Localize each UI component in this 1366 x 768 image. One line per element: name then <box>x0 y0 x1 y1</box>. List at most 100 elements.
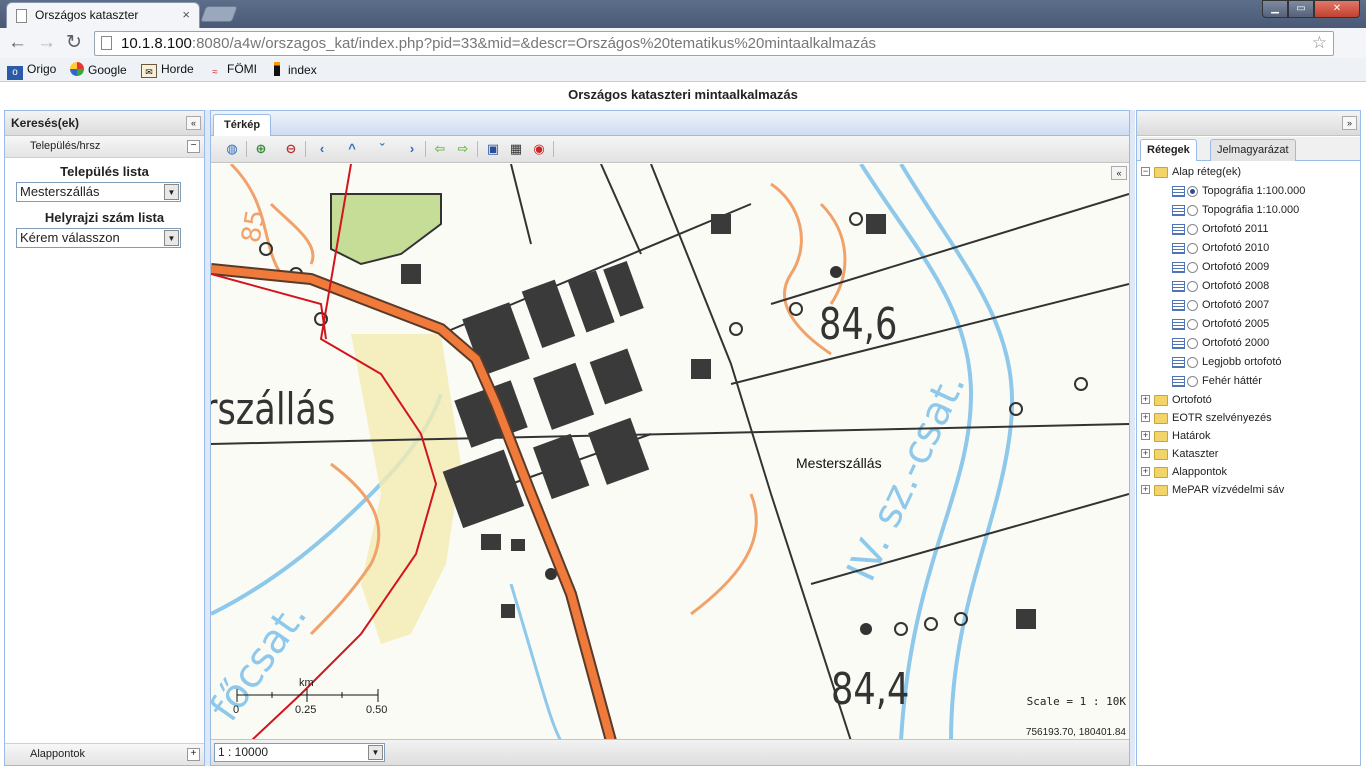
settlement-section-header[interactable]: Település/hrsz − <box>5 136 204 158</box>
tree-group-item[interactable]: + EOTR szelvényezés <box>1137 409 1360 427</box>
layer-radio[interactable] <box>1187 281 1198 292</box>
pan-down-icon[interactable]: ˇ <box>373 140 391 158</box>
history-back-icon[interactable]: ⇦ <box>431 140 449 158</box>
folder-icon <box>1154 485 1168 496</box>
zoom-in-icon[interactable]: ⊕ <box>252 140 270 158</box>
tab-close-icon[interactable]: × <box>182 7 190 22</box>
map-canvas[interactable]: IV. sz.-csat. főcsat. 85 84,6 84,4 rszál… <box>211 164 1129 741</box>
scale-select-value: 1 : 10000 <box>218 745 269 759</box>
new-tab-button[interactable] <box>200 6 238 22</box>
points-section-header[interactable]: Alappontok + <box>5 743 204 765</box>
window-maximize-button[interactable]: ▭ <box>1288 0 1314 18</box>
pan-up-icon[interactable]: ^ <box>343 140 361 158</box>
tree-layer-item[interactable]: Fehér háttér <box>1137 372 1360 391</box>
bookmarks-bar: o Origo Google ✉ Horde ≈ FÖMI index <box>0 58 1366 82</box>
layer-radio[interactable] <box>1187 338 1198 349</box>
expand-icon[interactable]: + <box>1141 449 1150 458</box>
tree-layer-item[interactable]: Ortofotó 2009 <box>1137 258 1360 277</box>
globe-icon[interactable]: ◍ <box>223 140 241 158</box>
layer-icon <box>1172 357 1185 368</box>
map-scale-text: Scale = 1 : 10K <box>1026 695 1126 708</box>
layer-radio[interactable] <box>1187 300 1198 311</box>
toolbar-separator <box>425 141 426 157</box>
collapse-icon[interactable]: − <box>1141 167 1150 176</box>
chevron-down-icon[interactable]: ▼ <box>164 184 179 200</box>
bookmark-google[interactable]: Google <box>70 62 127 77</box>
fomi-icon: ≈ <box>212 67 218 78</box>
expand-icon[interactable]: + <box>1141 413 1150 422</box>
pan-left-icon[interactable]: ‹ <box>313 140 331 158</box>
tree-layer-item[interactable]: Ortofotó 2008 <box>1137 277 1360 296</box>
parcel-select-value: Kérem válasszon <box>20 230 120 245</box>
window-minimize-button[interactable]: ▁ <box>1262 0 1288 18</box>
layer-radio[interactable] <box>1187 205 1198 216</box>
expand-icon[interactable]: + <box>1141 395 1150 404</box>
bookmark-horde[interactable]: ✉ Horde <box>141 62 194 78</box>
section-expand-icon[interactable]: + <box>187 748 200 761</box>
pan-right-icon[interactable]: › <box>403 140 421 158</box>
tab-map[interactable]: Térkép <box>213 114 272 136</box>
tree-group-item[interactable]: + Ortofotó <box>1137 391 1360 409</box>
print-icon[interactable]: ▣ <box>484 140 502 158</box>
scale-select[interactable]: 1 : 10000 ▼ <box>214 743 385 762</box>
bookmark-index[interactable]: index <box>270 62 317 77</box>
tree-layer-label: Topográfia 1:100.000 <box>1202 185 1306 197</box>
tree-layer-item[interactable]: Legjobb ortofotó <box>1137 353 1360 372</box>
bookmark-fomi[interactable]: ≈ FÖMI <box>207 62 257 80</box>
zoom-out-icon[interactable]: ⊖ <box>282 140 300 158</box>
right-splitter[interactable] <box>1130 110 1135 766</box>
back-arrow-icon[interactable]: ← <box>8 32 27 54</box>
grid-icon[interactable]: ▦ <box>507 140 525 158</box>
expand-icon[interactable]: + <box>1141 467 1150 476</box>
expand-icon[interactable]: + <box>1141 485 1150 494</box>
window-close-button[interactable]: ✕ <box>1314 0 1360 18</box>
expand-icon[interactable]: + <box>1141 431 1150 440</box>
tree-layer-item[interactable]: Topográfia 1:100.000 <box>1137 182 1360 201</box>
tree-group-item[interactable]: + Határok <box>1137 427 1360 445</box>
tree-group-item[interactable]: + Alappontok <box>1137 463 1360 481</box>
toolbar-separator <box>305 141 306 157</box>
tree-group-base[interactable]: − Alap réteg(ek) <box>1137 163 1360 182</box>
bookmark-star-icon[interactable]: ☆ <box>1312 33 1327 53</box>
settlement-select[interactable]: Mesterszállás ▼ <box>16 182 181 202</box>
history-forward-icon[interactable]: ⇨ <box>454 140 472 158</box>
layer-radio[interactable] <box>1187 319 1198 330</box>
reload-icon[interactable]: ↻ <box>66 32 82 54</box>
toolbar-separator <box>553 141 554 157</box>
layer-radio[interactable] <box>1187 357 1198 368</box>
layers-panel: » Rétegek Jelmagyarázat − Alap réteg(ek)… <box>1136 110 1361 766</box>
map-collapse-button[interactable]: « <box>1111 166 1127 180</box>
page-icon <box>16 9 27 23</box>
bookmark-origo[interactable]: o Origo <box>7 62 56 80</box>
tree-layer-item[interactable]: Ortofotó 2011 <box>1137 220 1360 239</box>
tree-group-item[interactable]: + MePAR vízvédelmi sáv <box>1137 481 1360 499</box>
tab-legend[interactable]: Jelmagyarázat <box>1210 139 1296 161</box>
folder-icon <box>1154 467 1168 478</box>
url-text[interactable]: 10.1.8.100:8080/a4w/orszagos_kat/index.p… <box>121 35 876 52</box>
points-section-title: Alappontok <box>30 748 86 760</box>
collapse-right-button[interactable]: » <box>1342 116 1357 130</box>
collapse-left-button[interactable]: « <box>186 116 201 130</box>
layer-radio[interactable] <box>1187 186 1198 197</box>
layer-radio[interactable] <box>1187 376 1198 387</box>
chevron-down-icon[interactable]: ▼ <box>368 745 383 760</box>
tab-layers[interactable]: Rétegek <box>1140 139 1197 161</box>
tree-group-label: MePAR vízvédelmi sáv <box>1172 484 1285 496</box>
parcel-select[interactable]: Kérem válasszon ▼ <box>16 228 181 248</box>
layer-radio[interactable] <box>1187 224 1198 235</box>
tree-layer-item[interactable]: Topográfia 1:10.000 <box>1137 201 1360 220</box>
section-collapse-icon[interactable]: − <box>187 140 200 153</box>
chevron-down-icon[interactable]: ▼ <box>164 230 179 246</box>
browser-tab[interactable]: Országos kataszter × <box>6 2 200 28</box>
layer-radio[interactable] <box>1187 262 1198 273</box>
forward-arrow-icon[interactable]: → <box>37 32 56 54</box>
tree-layer-item[interactable]: Ortofotó 2010 <box>1137 239 1360 258</box>
tree-layer-item[interactable]: Ortofotó 2007 <box>1137 296 1360 315</box>
tree-group-item[interactable]: + Kataszter <box>1137 445 1360 463</box>
browser-title-bar: Országos kataszter × ▁ ▭ ✕ <box>0 0 1366 28</box>
tree-layer-item[interactable]: Ortofotó 2000 <box>1137 334 1360 353</box>
address-bar[interactable]: 10.1.8.100:8080/a4w/orszagos_kat/index.p… <box>94 31 1334 56</box>
info-icon[interactable]: ◉ <box>530 140 548 158</box>
layer-radio[interactable] <box>1187 243 1198 254</box>
tree-layer-item[interactable]: Ortofotó 2005 <box>1137 315 1360 334</box>
